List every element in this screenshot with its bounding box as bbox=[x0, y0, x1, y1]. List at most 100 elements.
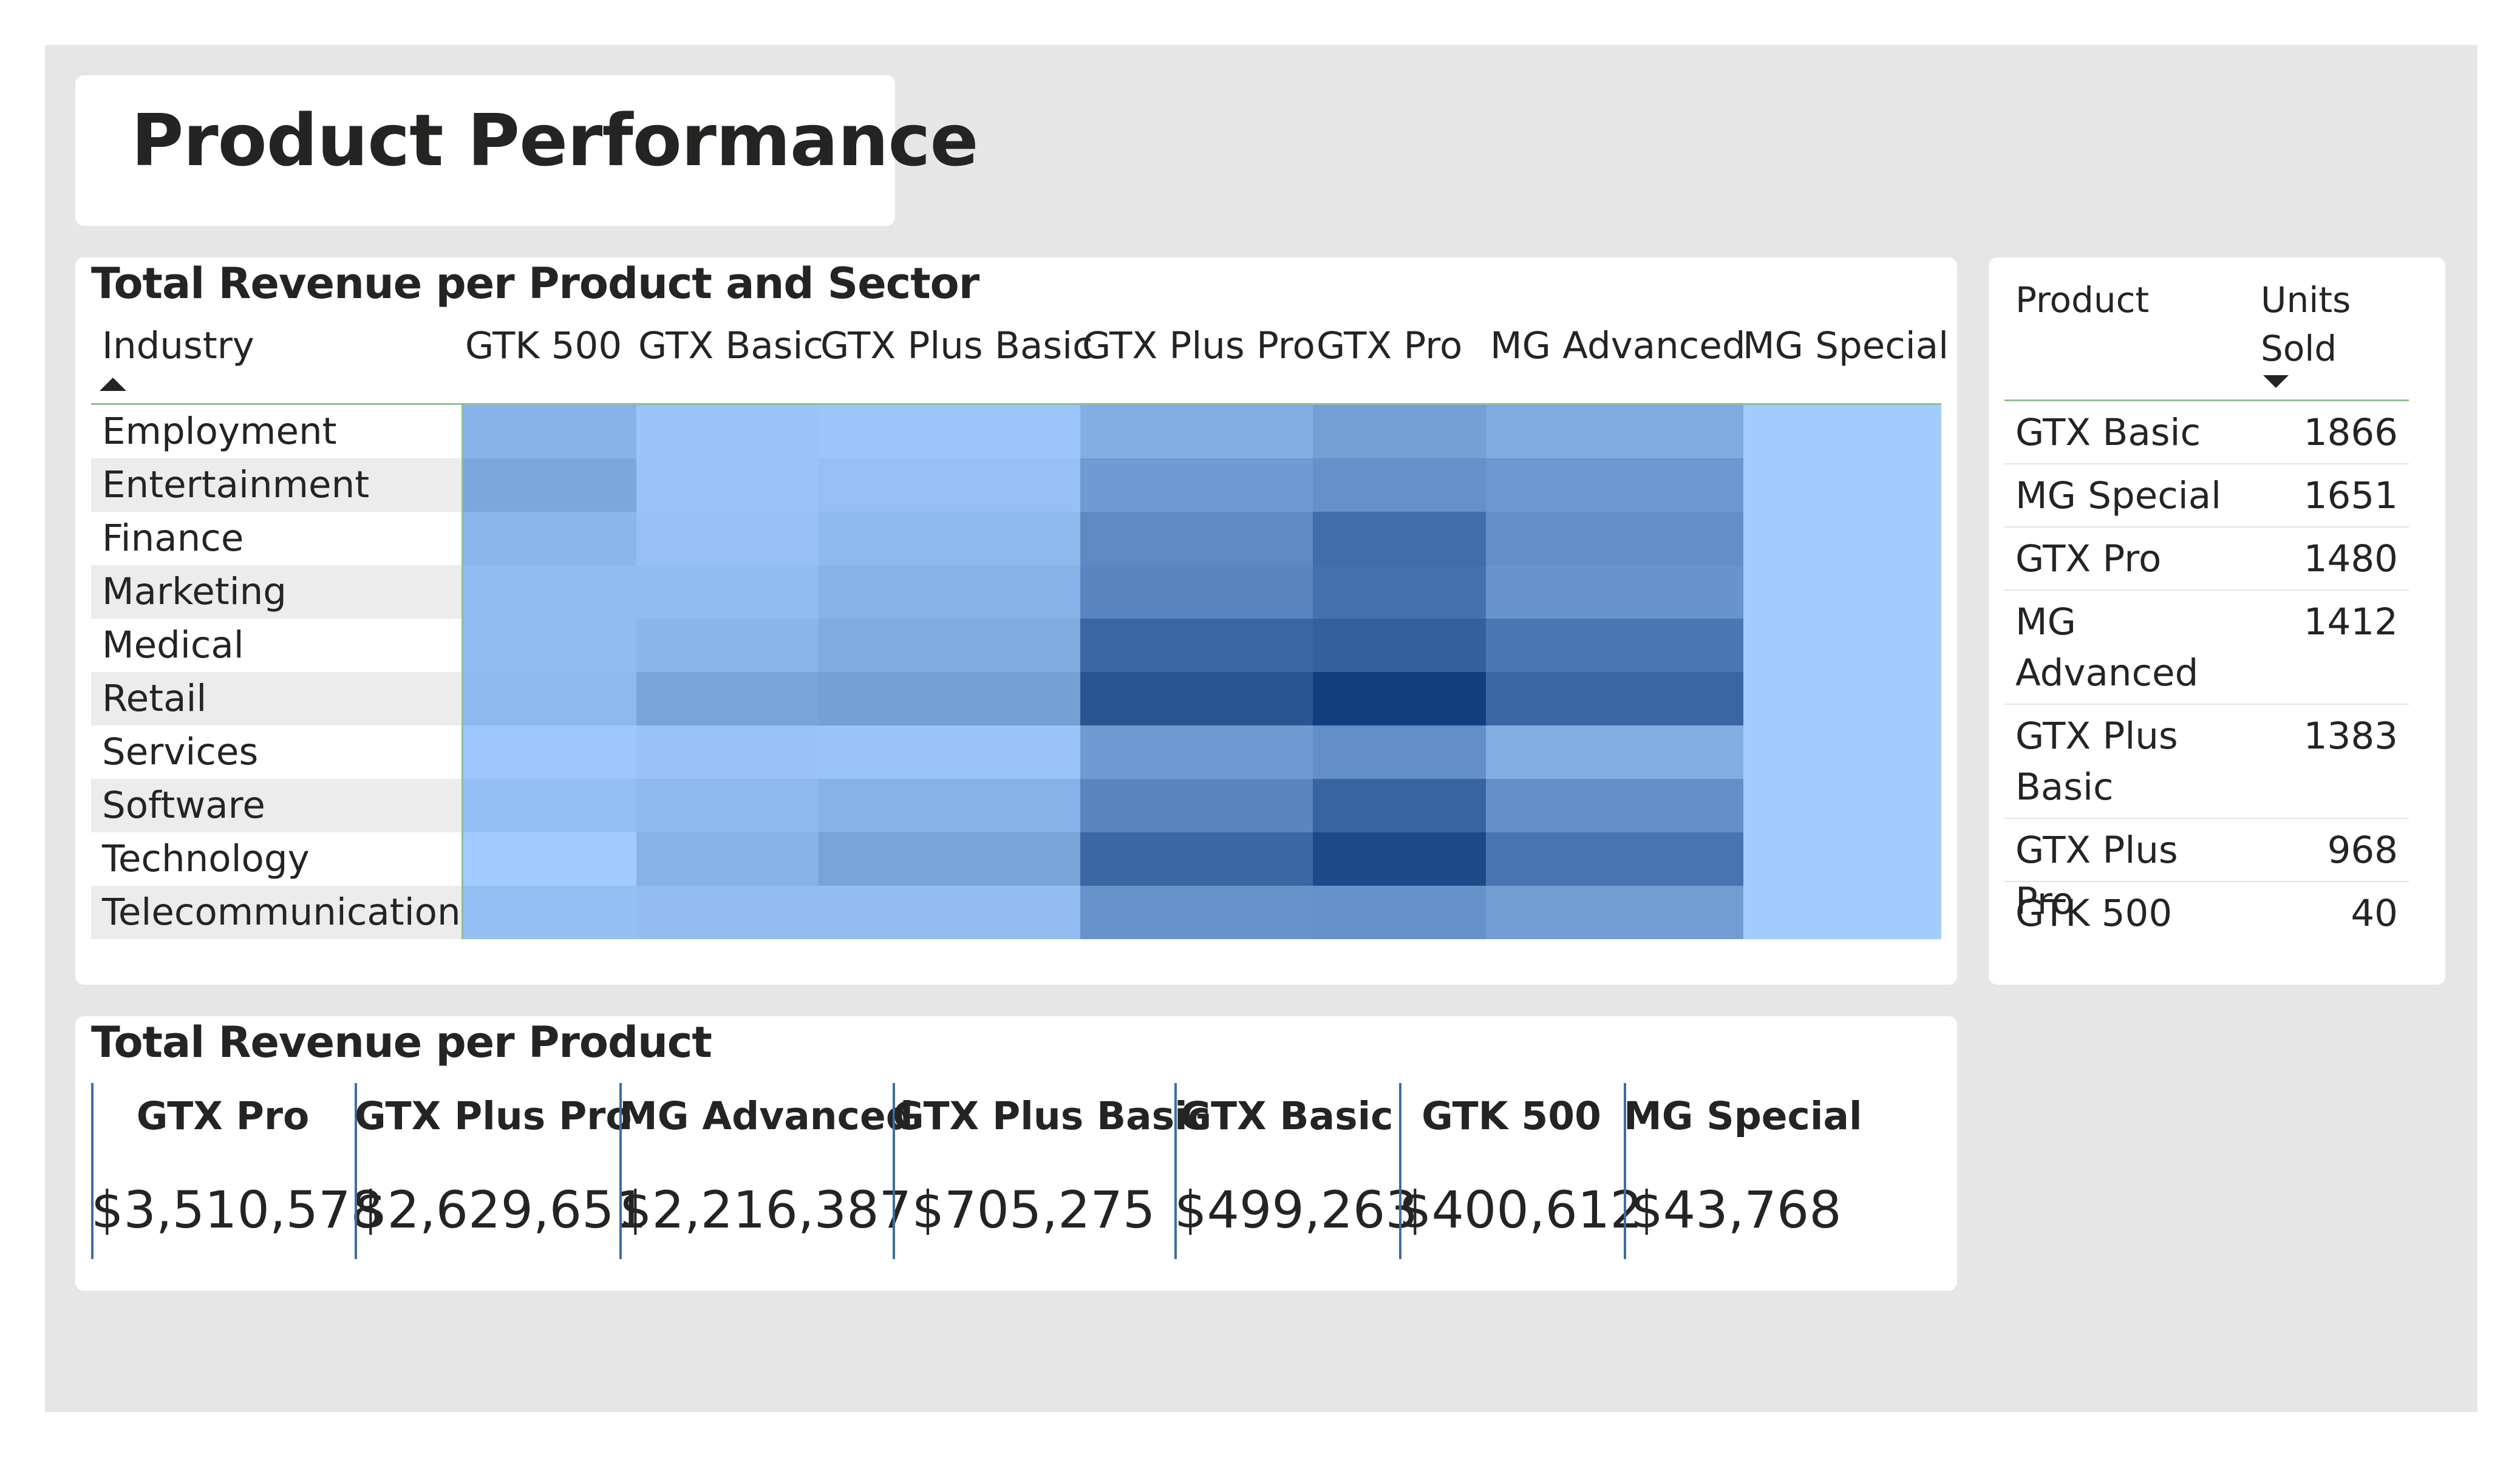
heatmap-cell[interactable] bbox=[463, 779, 636, 832]
heatmap-cell[interactable] bbox=[463, 832, 636, 886]
heatmap-cell[interactable] bbox=[463, 565, 636, 619]
heatmap-cell[interactable] bbox=[1080, 405, 1313, 458]
heatmap-cell[interactable] bbox=[819, 725, 1080, 779]
heatmap-cell[interactable] bbox=[463, 886, 636, 939]
heatmap-cell[interactable] bbox=[1313, 619, 1486, 672]
heatmap-cell[interactable] bbox=[1743, 405, 1941, 458]
heatmap-cell[interactable] bbox=[463, 672, 636, 725]
revenue-item[interactable]: MG Special $43,768 bbox=[1624, 1083, 1862, 1259]
column-header-mg-special[interactable]: MG Special bbox=[1743, 324, 1949, 367]
heatmap-cell[interactable] bbox=[636, 725, 819, 779]
heatmap-cell[interactable] bbox=[1313, 512, 1486, 565]
heatmap-cell[interactable] bbox=[819, 672, 1080, 725]
units-sold-header-line2[interactable]: Sold bbox=[2261, 324, 2337, 373]
heatmap-cell[interactable] bbox=[819, 886, 1080, 939]
heatmap-cell[interactable] bbox=[1743, 565, 1941, 619]
row-label-telecommunications[interactable]: Telecommunications bbox=[91, 886, 480, 939]
heatmap-cell[interactable] bbox=[1313, 779, 1486, 832]
row-label-entertainment[interactable]: Entertainment bbox=[91, 458, 461, 512]
revenue-item[interactable]: GTK 500 $400,612 bbox=[1399, 1083, 1643, 1259]
column-header-gtx-basic[interactable]: GTX Basic bbox=[638, 324, 823, 367]
revenue-item[interactable]: GTX Pro $3,510,578 bbox=[91, 1083, 383, 1259]
heatmap-cell[interactable] bbox=[819, 458, 1080, 512]
heatmap-cell[interactable] bbox=[636, 512, 819, 565]
heatmap-cell[interactable] bbox=[636, 619, 819, 672]
heatmap-cell[interactable] bbox=[1743, 779, 1941, 832]
table-row[interactable]: GTX Basic 1866 bbox=[2004, 401, 2409, 464]
row-label-employment[interactable]: Employment bbox=[91, 405, 461, 458]
heatmap-cell[interactable] bbox=[1486, 405, 1743, 458]
units-sold-table-card[interactable]: Product Units Sold GTX Basic 1866 MG Spe… bbox=[1989, 257, 2445, 985]
heatmap-cell[interactable] bbox=[1743, 725, 1941, 779]
revenue-item[interactable]: GTX Plus Basic $705,275 bbox=[893, 1083, 1210, 1259]
heatmap-cell[interactable] bbox=[1313, 672, 1486, 725]
heatmap-cell[interactable] bbox=[636, 779, 819, 832]
heatmap-cell[interactable] bbox=[463, 725, 636, 779]
heatmap-cell[interactable] bbox=[636, 832, 819, 886]
heatmap-cell[interactable] bbox=[1743, 458, 1941, 512]
heatmap-cell[interactable] bbox=[1743, 672, 1941, 725]
heatmap-cell[interactable] bbox=[1743, 886, 1941, 939]
heatmap-cell[interactable] bbox=[1313, 458, 1486, 512]
industry-column-header[interactable]: Industry bbox=[102, 324, 254, 367]
heatmap-cell[interactable] bbox=[1486, 832, 1743, 886]
heatmap-cell[interactable] bbox=[1080, 565, 1313, 619]
product-column-header[interactable]: Product bbox=[2015, 276, 2149, 324]
column-header-mg-advanced[interactable]: MG Advanced bbox=[1490, 324, 1746, 367]
heatmap-cell[interactable] bbox=[636, 565, 819, 619]
row-label-technology[interactable]: Technology bbox=[91, 832, 461, 886]
heatmap-cell[interactable] bbox=[1080, 512, 1313, 565]
heatmap-card[interactable]: Total Revenue per Product and Sector Ind… bbox=[75, 257, 1957, 985]
heatmap-cell[interactable] bbox=[1313, 565, 1486, 619]
heatmap-cell[interactable] bbox=[1486, 779, 1743, 832]
revenue-per-product-card[interactable]: Total Revenue per Product GTX Pro $3,510… bbox=[75, 1016, 1957, 1291]
heatmap-cell[interactable] bbox=[1313, 405, 1486, 458]
heatmap-cell[interactable] bbox=[463, 619, 636, 672]
row-label-marketing[interactable]: Marketing bbox=[91, 565, 461, 619]
heatmap-cell[interactable] bbox=[636, 886, 819, 939]
table-row[interactable]: GTX Plus Basic 1383 bbox=[2004, 705, 2409, 819]
sort-descending-icon[interactable] bbox=[2263, 375, 2289, 388]
heatmap-cell[interactable] bbox=[1080, 458, 1313, 512]
heatmap-cell[interactable] bbox=[1486, 565, 1743, 619]
heatmap-cell[interactable] bbox=[1743, 832, 1941, 886]
heatmap-cell[interactable] bbox=[1080, 832, 1313, 886]
row-label-services[interactable]: Services bbox=[91, 725, 461, 779]
heatmap-cell[interactable] bbox=[1080, 672, 1313, 725]
heatmap-cell[interactable] bbox=[819, 832, 1080, 886]
heatmap-cell[interactable] bbox=[1313, 725, 1486, 779]
heatmap-cell[interactable] bbox=[463, 405, 636, 458]
units-sold-header-line1[interactable]: Units bbox=[2261, 276, 2351, 324]
table-row[interactable]: GTK 500 40 bbox=[2004, 882, 2409, 945]
heatmap-cell[interactable] bbox=[819, 405, 1080, 458]
row-label-medical[interactable]: Medical bbox=[91, 619, 461, 672]
heatmap-cell[interactable] bbox=[1080, 886, 1313, 939]
table-row[interactable]: GTX Pro 1480 bbox=[2004, 528, 2409, 591]
revenue-item[interactable]: GTX Plus Pro $2,629,651 bbox=[355, 1083, 647, 1259]
heatmap-cell[interactable] bbox=[636, 672, 819, 725]
column-header-gtx-plus-pro[interactable]: GTX Plus Pro bbox=[1082, 324, 1315, 367]
heatmap-cell[interactable] bbox=[1743, 512, 1941, 565]
heatmap-cell[interactable] bbox=[1743, 619, 1941, 672]
table-row[interactable]: MG Special 1651 bbox=[2004, 464, 2409, 528]
heatmap-cell[interactable] bbox=[636, 405, 819, 458]
heatmap-cell[interactable] bbox=[819, 512, 1080, 565]
heatmap-cell[interactable] bbox=[1313, 886, 1486, 939]
heatmap-cell[interactable] bbox=[1486, 619, 1743, 672]
revenue-item[interactable]: MG Advanced $2,216,387 bbox=[619, 1083, 913, 1259]
table-row[interactable]: MG Advanced 1412 bbox=[2004, 591, 2409, 705]
table-row[interactable]: GTX Plus Pro 968 bbox=[2004, 819, 2409, 923]
sort-ascending-icon[interactable] bbox=[100, 378, 126, 391]
heatmap-cell[interactable] bbox=[819, 779, 1080, 832]
heatmap-cell[interactable] bbox=[1313, 832, 1486, 886]
column-header-gtx-pro[interactable]: GTX Pro bbox=[1316, 324, 1462, 367]
heatmap-cell[interactable] bbox=[1486, 458, 1743, 512]
heatmap-cell[interactable] bbox=[1486, 725, 1743, 779]
heatmap-cell[interactable] bbox=[463, 512, 636, 565]
heatmap-cell[interactable] bbox=[1486, 672, 1743, 725]
row-label-software[interactable]: Software bbox=[91, 779, 461, 832]
column-header-gtk-500[interactable]: GTK 500 bbox=[465, 324, 622, 367]
heatmap-cell[interactable] bbox=[1486, 512, 1743, 565]
heatmap-cell[interactable] bbox=[1486, 886, 1743, 939]
heatmap-cell[interactable] bbox=[1080, 725, 1313, 779]
